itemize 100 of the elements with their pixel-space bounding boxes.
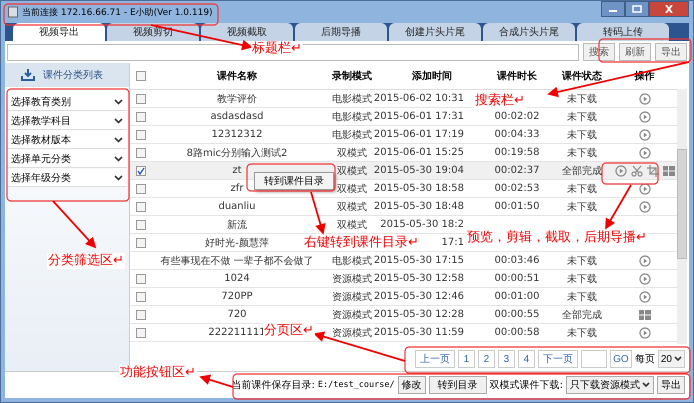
row-checkbox[interactable]	[136, 310, 146, 320]
row-checkbox[interactable]	[136, 328, 146, 338]
play-icon[interactable]	[638, 146, 650, 158]
play-icon[interactable]	[638, 272, 650, 284]
play-icon[interactable]	[614, 164, 626, 176]
table-row[interactable]: 720PP 资源模式 2015-05-30 12:46 00:01:00 未下载	[130, 288, 677, 306]
context-menu-item[interactable]: 转到课件目录	[254, 172, 334, 190]
play-icon[interactable]	[638, 200, 650, 212]
chevron-down-icon	[114, 118, 123, 124]
play-icon[interactable]	[638, 254, 650, 266]
page-button[interactable]: 4	[518, 350, 535, 368]
scrollbar-thumb[interactable]	[677, 149, 687, 259]
play-icon[interactable]	[638, 182, 650, 194]
prev-page-button[interactable]: 上一页	[414, 350, 455, 368]
row-checkbox[interactable]	[136, 238, 146, 248]
play-icon[interactable]	[638, 128, 650, 140]
column-header: 课件时长	[497, 70, 537, 83]
table-cell: 17:1	[442, 237, 464, 248]
row-checkbox[interactable]	[136, 220, 146, 230]
windows-icon[interactable]	[662, 164, 674, 176]
tab[interactable]: 视频导出	[13, 23, 105, 41]
play-icon[interactable]	[638, 290, 650, 302]
table-row[interactable]: 1024 资源模式 2015-05-30 12:58 00:00:51 未下载	[130, 270, 677, 288]
row-checkbox[interactable]	[136, 184, 146, 194]
table-row[interactable]: asdasdasd 电影模式 2015-06-01 17:31 00:02:02 未下载	[130, 108, 677, 126]
play-icon[interactable]	[638, 110, 650, 122]
filter-dropdown[interactable]: 选择单元分类	[7, 150, 127, 168]
annotation-arrow	[310, 192, 326, 235]
toolbar-button[interactable]: 搜索	[583, 43, 615, 61]
table-cell-text: 未下载	[567, 290, 597, 304]
row-checkbox[interactable]	[136, 148, 146, 158]
scissors-icon[interactable]	[630, 164, 642, 176]
page-button[interactable]: 3	[498, 350, 515, 368]
table-cell-text: 双模式	[337, 218, 367, 232]
toolbar-button[interactable]: 导出	[655, 43, 687, 61]
filter-dropdown[interactable]: 选择教材版本	[7, 131, 127, 149]
tab[interactable]: 后期导播	[295, 23, 387, 41]
search-field[interactable]	[7, 44, 579, 60]
annotation-label: 功能按钮区↵	[119, 365, 197, 381]
download-mode-label: 双模式课件下载:	[490, 378, 563, 392]
maximize-button[interactable]	[625, 1, 649, 17]
highlight-frame	[601, 162, 659, 185]
select-all-checkbox[interactable]	[136, 71, 146, 81]
annotation-label: 标题栏↵	[251, 41, 303, 57]
crop-icon[interactable]	[646, 164, 658, 176]
table-cell-text: 双模式	[337, 146, 367, 160]
close-button[interactable]	[649, 1, 689, 17]
table-cell: 00:01:50	[494, 201, 540, 212]
tab[interactable]: 转码上传	[577, 23, 669, 41]
annotation-arrow	[605, 184, 632, 230]
column-header: 录制模式	[332, 70, 372, 83]
tab[interactable]: 创建片头片尾	[389, 23, 481, 41]
next-page-button[interactable]: 下一页	[538, 350, 578, 368]
table-cell-text: 资源模式	[332, 290, 372, 304]
download-mode-select[interactable]: 只下载资源模式	[566, 376, 654, 394]
filter-dropdown[interactable]: 选择年级分类	[7, 169, 127, 187]
row-checkbox[interactable]	[136, 274, 146, 284]
row-checkbox[interactable]	[136, 130, 146, 140]
annotation-label: 右键转到课件目录↵	[303, 235, 420, 251]
row-checkbox[interactable]	[136, 112, 146, 122]
table-cell: 00:00:55	[494, 309, 540, 320]
sidebar-title: 课件分类列表	[43, 68, 103, 82]
table-row[interactable]: 有些事现在不做 一辈子都不会做了 电影模式 2015-05-30 17:15 00:03:46 未下载	[130, 252, 677, 270]
table-cell-text: 未下载	[567, 200, 597, 214]
modify-button[interactable]: 修改	[398, 376, 426, 394]
per-page-select[interactable]: 20	[658, 350, 685, 368]
table-row[interactable]: duanliu 双模式 2015-05-30 18:48 00:01:50 未下载	[130, 198, 677, 216]
app-icon	[8, 6, 18, 18]
play-icon[interactable]	[638, 92, 650, 104]
tab[interactable]: 视频截取	[201, 23, 293, 41]
table-cell: 2015-05-30 19:04	[374, 165, 464, 176]
toolbar-button[interactable]: 刷新	[619, 43, 651, 61]
row-checkbox[interactable]	[136, 94, 146, 104]
filter-dropdown[interactable]: 选择教育类别	[7, 93, 127, 111]
table-cell: 00:02:37	[494, 165, 540, 176]
table-row[interactable]: 8路mic分别输入测试2 双模式 2015-06-01 15:25 00:19:58 未下载	[130, 144, 677, 162]
table-cell: 2015-05-30 12:58	[374, 273, 464, 284]
page-button[interactable]: 1	[458, 350, 475, 368]
minimize-button[interactable]	[601, 1, 625, 17]
table-cell: 1024	[224, 273, 250, 284]
goto-dir-button[interactable]: 转到目录	[428, 376, 487, 394]
filter-dropdown[interactable]: 选择教学科目	[7, 112, 127, 130]
table-cell: 720	[227, 309, 247, 320]
page-input[interactable]	[580, 350, 607, 368]
table-row[interactable]: 12312312 电影模式 2015-06-01 17:19 00:04:33 未下载	[130, 126, 677, 144]
chevron-down-icon	[114, 136, 123, 142]
scrollbar[interactable]	[677, 89, 687, 344]
page-button[interactable]: 2	[478, 350, 495, 368]
windows-icon[interactable]	[638, 308, 650, 320]
row-checkbox[interactable]	[136, 202, 146, 212]
table-cell-text: 资源模式	[332, 272, 372, 286]
column-header: 添加时间	[412, 70, 452, 83]
tab[interactable]: 合成片头片尾	[483, 23, 575, 41]
row-checkbox[interactable]	[136, 292, 146, 302]
row-checkbox[interactable]	[136, 166, 146, 176]
save-dir-path: E:/test_course/	[318, 380, 395, 390]
go-button[interactable]: GO	[610, 350, 632, 368]
export-button[interactable]: 导出	[657, 376, 685, 394]
play-icon[interactable]	[638, 326, 650, 338]
table-cell: 00:00:58	[494, 327, 540, 338]
